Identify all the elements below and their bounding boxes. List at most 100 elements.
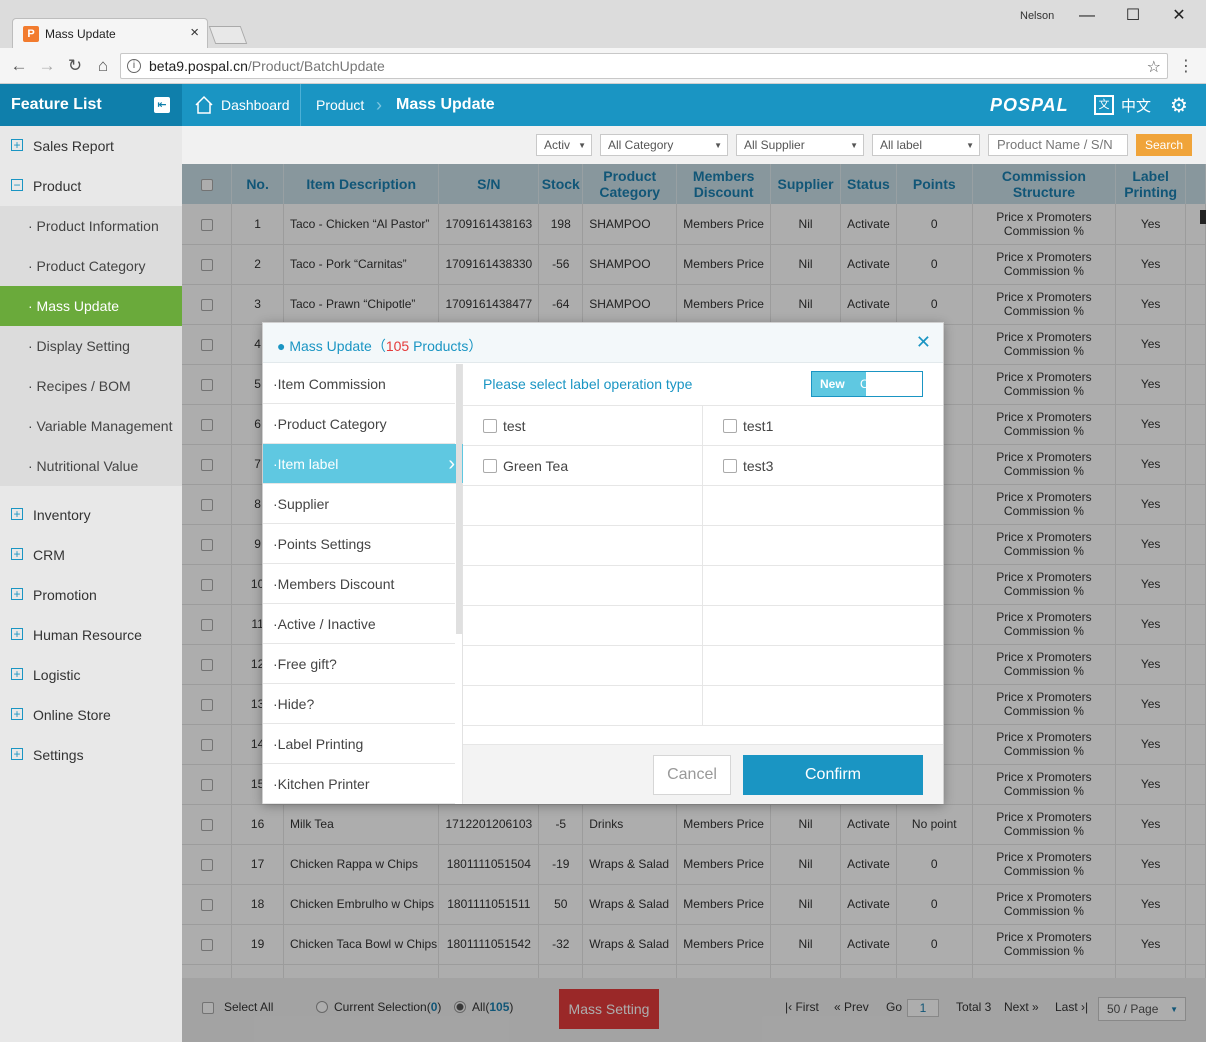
- empty-grid-cell: [703, 646, 943, 686]
- window-close-icon[interactable]: ✕: [1164, 4, 1194, 28]
- sidebar-item-label: · Recipes / BOM: [28, 378, 131, 394]
- cancel-button[interactable]: Cancel: [653, 755, 731, 795]
- sidebar-item[interactable]: · Recipes / BOM: [0, 366, 182, 406]
- close-icon[interactable]: ✕: [916, 332, 931, 353]
- label-option[interactable]: test1: [703, 406, 943, 446]
- modal-menu-item[interactable]: ·Product Category: [263, 404, 455, 444]
- browser-tab[interactable]: P Mass Update ×: [12, 18, 208, 48]
- search-input[interactable]: Product Name / S/N: [988, 134, 1128, 156]
- sidebar-item-label: Online Store: [33, 707, 111, 723]
- reload-icon[interactable]: ↻: [64, 55, 86, 77]
- expand-icon: +: [11, 139, 23, 151]
- sidebar-item[interactable]: · Mass Update: [0, 286, 182, 326]
- confirm-button[interactable]: Confirm: [743, 755, 923, 795]
- label-checkbox[interactable]: [483, 419, 497, 433]
- gear-icon[interactable]: ⚙: [1170, 93, 1188, 118]
- label-option-text: test3: [743, 458, 774, 474]
- empty-grid-cell: [703, 526, 943, 566]
- sidebar-item-label: · Display Setting: [28, 338, 130, 354]
- label-filter[interactable]: All label ▼: [872, 134, 980, 156]
- label-checkbox[interactable]: [483, 459, 497, 473]
- breadcrumb-product[interactable]: Product: [316, 84, 364, 126]
- bookmark-star-icon[interactable]: ☆: [1147, 57, 1161, 77]
- back-icon[interactable]: ←: [8, 55, 30, 77]
- sidebar-item[interactable]: + Online Store: [0, 695, 182, 735]
- modal-menu-item[interactable]: ·Kitchen Printer: [263, 764, 455, 804]
- modal-menu-label: ·Free gift?: [273, 656, 337, 672]
- tab-close-icon[interactable]: ×: [190, 24, 199, 41]
- sidebar-item-label: · Nutritional Value: [28, 458, 139, 474]
- toggle-other[interactable]: C: [860, 372, 869, 396]
- status-filter[interactable]: Activ ▼: [536, 134, 592, 156]
- label-option[interactable]: test: [463, 406, 703, 446]
- modal-menu-label: ·Members Discount: [273, 576, 395, 592]
- sidebar-item[interactable]: − Product: [0, 166, 182, 206]
- modal-menu-item[interactable]: ·Item Commission: [263, 364, 455, 404]
- url-path: /Product/BatchUpdate: [247, 58, 385, 74]
- sidebar-item-label: · Mass Update: [28, 298, 120, 314]
- sidebar-item[interactable]: + CRM: [0, 535, 182, 575]
- modal-menu-label: ·Label Printing: [273, 736, 364, 752]
- sidebar-item[interactable]: · Display Setting: [0, 326, 182, 366]
- sidebar-item[interactable]: + Human Resource: [0, 615, 182, 655]
- modal-menu-item[interactable]: ·Points Settings: [263, 524, 455, 564]
- pospal-logo: POSPAL: [990, 95, 1069, 115]
- modal-menu-label: ·Kitchen Printer: [273, 776, 370, 792]
- modal-menu-item[interactable]: ·Free gift?: [263, 644, 455, 684]
- sidebar-item-label: Human Resource: [33, 627, 142, 643]
- label-grid: test test1 Green Tea test3: [463, 405, 943, 726]
- modal-header: ● Mass Update（105 Products） ✕: [263, 323, 943, 363]
- home-icon[interactable]: [194, 95, 214, 115]
- search-button[interactable]: Search: [1136, 134, 1192, 156]
- modal-footer: Cancel Confirm: [463, 744, 943, 804]
- sidebar-item[interactable]: · Variable Management: [0, 406, 182, 446]
- window-user: Nelson: [1020, 10, 1055, 22]
- empty-grid-cell: [703, 606, 943, 646]
- maximize-icon[interactable]: ☐: [1118, 4, 1148, 28]
- operation-type-toggle[interactable]: New C: [811, 371, 923, 397]
- new-tab-button[interactable]: [208, 26, 248, 44]
- label-checkbox[interactable]: [723, 459, 737, 473]
- sidebar-item-label: Product: [33, 178, 82, 194]
- expand-icon: +: [11, 628, 23, 640]
- modal-menu-item[interactable]: ·Supplier: [263, 484, 455, 524]
- sidebar-item-label: Logistic: [33, 667, 81, 683]
- forward-icon[interactable]: →: [36, 55, 58, 77]
- operation-type-label: Please select label operation type: [483, 376, 693, 392]
- url-field[interactable]: i beta9.pospal.cn/Product/BatchUpdate ☆: [120, 53, 1168, 79]
- modal-menu-item[interactable]: ·Members Discount: [263, 564, 455, 604]
- label-checkbox[interactable]: [723, 419, 737, 433]
- home-browser-icon[interactable]: ⌂: [92, 55, 114, 77]
- modal-menu-item[interactable]: ·Hide?: [263, 684, 455, 724]
- minimize-icon[interactable]: —: [1072, 4, 1102, 28]
- browser-menu-icon[interactable]: ⋮: [1178, 56, 1194, 76]
- label-option[interactable]: Green Tea: [463, 446, 703, 486]
- language-icon[interactable]: 文: [1094, 95, 1114, 115]
- modal-menu-scrollbar[interactable]: [456, 364, 462, 634]
- empty-grid-cell: [463, 606, 703, 646]
- collapse-sidebar-icon[interactable]: ⇤: [154, 97, 170, 113]
- breadcrumb-dashboard[interactable]: Dashboard: [221, 84, 290, 126]
- category-filter[interactable]: All Category ▼: [600, 134, 728, 156]
- sidebar-item[interactable]: + Settings: [0, 735, 182, 775]
- sidebar-item[interactable]: + Logistic: [0, 655, 182, 695]
- language-switch[interactable]: 中文: [1121, 95, 1151, 116]
- sidebar-item[interactable]: + Inventory: [0, 495, 182, 535]
- mass-update-modal: ● Mass Update（105 Products） ✕ ·Item Comm…: [262, 322, 944, 804]
- sidebar-item[interactable]: + Promotion: [0, 575, 182, 615]
- address-bar: ← → ↻ ⌂ i beta9.pospal.cn/Product/BatchU…: [0, 48, 1206, 84]
- sidebar-item[interactable]: · Product Category: [0, 246, 182, 286]
- supplier-filter[interactable]: All Supplier ▼: [736, 134, 864, 156]
- tab-title: Mass Update: [45, 27, 116, 41]
- modal-menu-item[interactable]: ·Label Printing: [263, 724, 455, 764]
- modal-menu-item[interactable]: ·Item label ›: [263, 444, 463, 484]
- sidebar-item[interactable]: · Product Information: [0, 206, 182, 246]
- label-option-text: test1: [743, 418, 774, 434]
- site-info-icon[interactable]: i: [127, 59, 141, 73]
- toggle-new[interactable]: New: [812, 372, 866, 396]
- label-option[interactable]: test3: [703, 446, 943, 486]
- breadcrumb-chevron-icon: ›: [376, 95, 382, 115]
- modal-menu-item[interactable]: ·Active / Inactive: [263, 604, 455, 644]
- sidebar-item[interactable]: + Sales Report: [0, 126, 182, 166]
- sidebar-item[interactable]: · Nutritional Value: [0, 446, 182, 486]
